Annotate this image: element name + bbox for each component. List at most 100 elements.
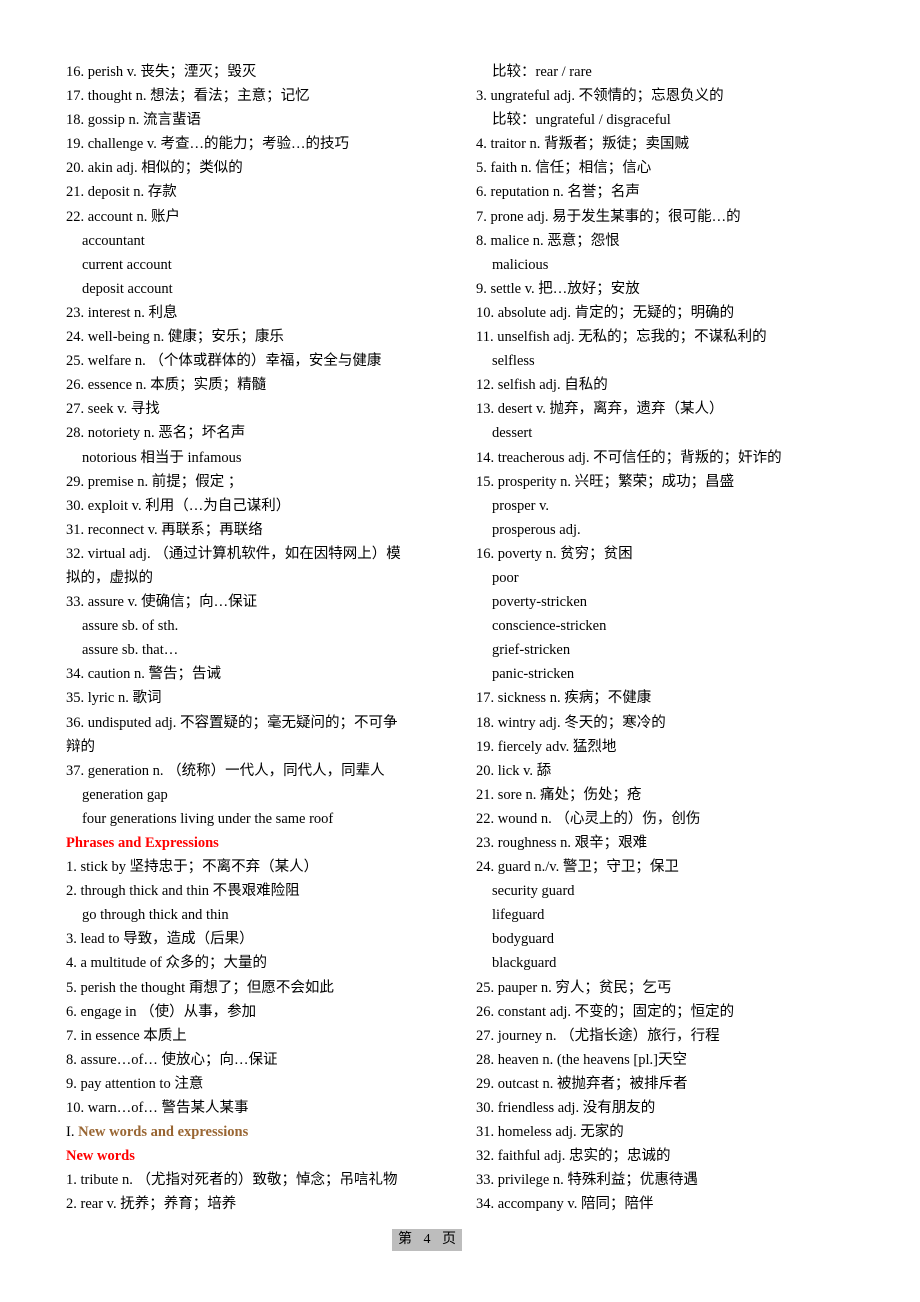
vocab-entry: 10. absolute adj. 肯定的；无疑的；明确的 [476, 304, 735, 321]
vocab-entry: 28. notoriety n. 恶名；坏名声 [66, 425, 246, 442]
vocab-entry: 17. thought n. 想法；看法；主意；记忆 [66, 88, 310, 105]
vocab-entry: 18. gossip n. 流言蜚语 [66, 112, 201, 129]
vocab-sub-entry: bodyguard [492, 931, 555, 948]
section-heading: Phrases and Expressions [66, 835, 219, 851]
vocab-sub-entry: four generations living under the same r… [82, 810, 334, 827]
vocab-sub-entry: deposit account [82, 280, 173, 297]
vocab-sub-entry: generation gap [82, 786, 168, 803]
vocab-entry: 13. desert v. 抛弃，离弃，遗弃（某人） [476, 401, 724, 418]
vocab-entry: 24. guard n./v. 警卫；守卫；保卫 [476, 859, 679, 876]
vocab-entry: 20. lick v. 舔 [476, 762, 552, 779]
page-label-prefix: 第 [398, 1232, 412, 1247]
vocab-entry-continuation: 辩的 [66, 738, 95, 755]
vocab-sub-entry: current account [82, 256, 172, 273]
vocab-sub-entry: lifeguard [492, 907, 545, 924]
vocab-entry: 6. engage in （使）从事，参加 [66, 1003, 257, 1020]
vocab-sub-entry: assure sb. that… [82, 642, 179, 659]
vocab-entry: 23. interest n. 利息 [66, 304, 178, 321]
vocab-entry: 22. account n. 账户 [66, 208, 180, 225]
vocab-entry: 35. lyric n. 歌词 [66, 690, 162, 707]
vocab-entry: 31. reconnect v. 再联系；再联络 [66, 521, 263, 538]
vocab-entry: 36. undisputed adj. 不容置疑的；毫无疑问的；不可争 [66, 714, 398, 731]
vocab-entry: 6. reputation n. 名誉；名声 [476, 184, 640, 201]
vocab-entry: 5. faith n. 信任；相信；信心 [476, 160, 652, 177]
vocab-entry: 21. sore n. 痛处；伤处；疮 [476, 786, 642, 803]
vocab-sub-entry: 比较：ungrateful / disgraceful [492, 112, 671, 129]
vocab-entry: 26. essence n. 本质；实质；精髓 [66, 377, 267, 394]
vocab-sub-entry: selfless [492, 353, 535, 370]
vocab-entry: 32. virtual adj. （通过计算机软件，如在因特网上）模 [66, 545, 401, 562]
vocab-entry: 23. roughness n. 艰辛；艰难 [476, 835, 648, 851]
vocab-entry: 21. deposit n. 存款 [66, 184, 177, 201]
vocab-entry: 3. lead to 导致，造成（后果） [66, 931, 254, 948]
vocab-sub-entry: prosper v. [492, 497, 550, 514]
vocab-entry: 14. treacherous adj. 不可信任的；背叛的；奸诈的 [476, 449, 782, 466]
vocab-entry: 26. constant adj. 不变的；固定的；恒定的 [476, 1003, 735, 1020]
right-column: 比较：rear / rare 3. ungrateful adj. 不领情的；忘恩… [476, 60, 876, 1217]
vocab-sub-entry: notorious 相当于 infamous [82, 449, 242, 466]
vocab-sub-entry: poverty-stricken [492, 594, 588, 611]
vocab-entry: 3. ungrateful adj. 不领情的；忘恩负义的 [476, 88, 724, 105]
vocab-entry: 4. traitor n. 背叛者；叛徒；卖国贼 [476, 136, 690, 153]
vocab-entry: 27. journey n. （尤指长途）旅行，行程 [476, 1027, 720, 1044]
vocab-entry: 20. akin adj. 相似的；类似的 [66, 160, 243, 177]
vocab-sub-entry: grief-stricken [492, 642, 571, 659]
vocab-sub-entry: panic-stricken [492, 666, 575, 683]
section-heading-numbered: I. New words and expressions [66, 1120, 458, 1144]
vocab-entry: 27. seek v. 寻找 [66, 401, 160, 418]
vocab-sub-entry: blackguard [492, 955, 557, 972]
vocab-sub-entry: accountant [82, 232, 145, 249]
vocab-entry: 28. heaven n. (the heavens [pl.]天空 [476, 1051, 687, 1068]
vocab-entry: 17. sickness n. 疾病；不健康 [476, 690, 652, 707]
vocab-entry: 9. settle v. 把…放好；安放 [476, 280, 640, 297]
vocab-entry: 25. pauper n. 穷人；贫民；乞丐 [476, 979, 672, 996]
section-title: New words and expressions [78, 1124, 249, 1141]
vocab-entry: 12. selfish adj. 自私的 [476, 377, 608, 394]
left-column: 16. perish v. 丧失；湮灭；毁灭 17. thought n. 想法；… [66, 60, 458, 1217]
vocab-sub-entry: assure sb. of sth. [82, 618, 179, 635]
vocab-entry: 34. caution n. 警告；告诫 [66, 666, 222, 683]
vocab-sub-entry: 比较：rear / rare [492, 64, 592, 80]
vocab-entry: 32. faithful adj. 忠实的；忠诚的 [476, 1148, 671, 1165]
vocab-entry: 2. through thick and thin 不畏艰难险阻 [66, 883, 300, 900]
vocab-entry: 33. privilege n. 特殊利益；优惠待遇 [476, 1172, 698, 1189]
vocab-entry: 10. warn…of… 警告某人某事 [66, 1100, 249, 1117]
vocab-entry-continuation: 拟的，虚拟的 [66, 569, 153, 586]
vocab-entry: 1. stick by 坚持忠于；不离不弃（某人） [66, 859, 319, 876]
vocab-entry: 16. perish v. 丧失；湮灭；毁灭 [66, 64, 257, 80]
vocab-entry: 2. rear v. 抚养；养育；培养 [66, 1196, 237, 1213]
page-footer: 第 4 页 [392, 1229, 462, 1251]
vocab-entry: 37. generation n. （统称）一代人，同代人，同辈人 [66, 762, 385, 779]
vocab-entry: 30. friendless adj. 没有朋友的 [476, 1100, 656, 1117]
vocab-entry: 4. a multitude of 众多的；大量的 [66, 955, 267, 972]
vocab-entry: 5. perish the thought 甭想了；但愿不会如此 [66, 979, 334, 996]
vocab-entry: 29. premise n. 前提；假定 ； [66, 473, 243, 490]
vocab-entry: 29. outcast n. 被抛弃者；被排斥者 [476, 1075, 688, 1092]
vocab-sub-entry: security guard [492, 883, 575, 900]
vocab-entry: 15. prosperity n. 兴旺；繁荣；成功；昌盛 [476, 473, 735, 490]
vocab-entry: 31. homeless adj. 无家的 [476, 1124, 624, 1141]
vocab-sub-entry: dessert [492, 425, 533, 442]
vocab-entry: 25. welfare n. （个体或群体的）幸福，安全与健康 [66, 353, 382, 370]
vocab-entry: 30. exploit v. 利用（…为自己谋利） [66, 497, 291, 514]
vocab-entry: 19. challenge v. 考查…的能力；考验…的技巧 [66, 136, 349, 153]
vocab-entry: 7. in essence 本质上 [66, 1027, 187, 1044]
vocab-entry: 11. unselfish adj. 无私的；忘我的；不谋私利的 [476, 329, 767, 346]
vocab-entry: 7. prone adj. 易于发生某事的；很可能…的 [476, 208, 741, 225]
vocab-sub-entry: conscience-stricken [492, 618, 607, 635]
section-heading: New words [66, 1148, 135, 1165]
vocab-entry: 22. wound n. （心灵上的）伤，创伤 [476, 810, 701, 827]
vocab-entry: 19. fiercely adv. 猛烈地 [476, 738, 617, 755]
page-label-suffix: 页 [442, 1232, 456, 1247]
vocab-entry: 24. well-being n. 健康；安乐；康乐 [66, 329, 284, 346]
vocab-entry: 34. accompany v. 陪同；陪伴 [476, 1196, 654, 1213]
section-number: I. [66, 1124, 79, 1141]
vocab-sub-entry: poor [492, 569, 519, 586]
vocab-entry: 1. tribute n. （尤指对死者的）致敬；悼念；吊唁礼物 [66, 1172, 398, 1189]
vocab-entry: 8. malice n. 恶意；怨恨 [476, 232, 620, 249]
vocab-entry: 18. wintry adj. 冬天的；寒冷的 [476, 714, 666, 731]
vocab-sub-entry: malicious [492, 256, 549, 273]
vocab-entry: 9. pay attention to 注意 [66, 1075, 204, 1092]
vocab-entry: 16. poverty n. 贫穷；贫困 [476, 545, 633, 562]
page-number: 4 [423, 1232, 431, 1247]
